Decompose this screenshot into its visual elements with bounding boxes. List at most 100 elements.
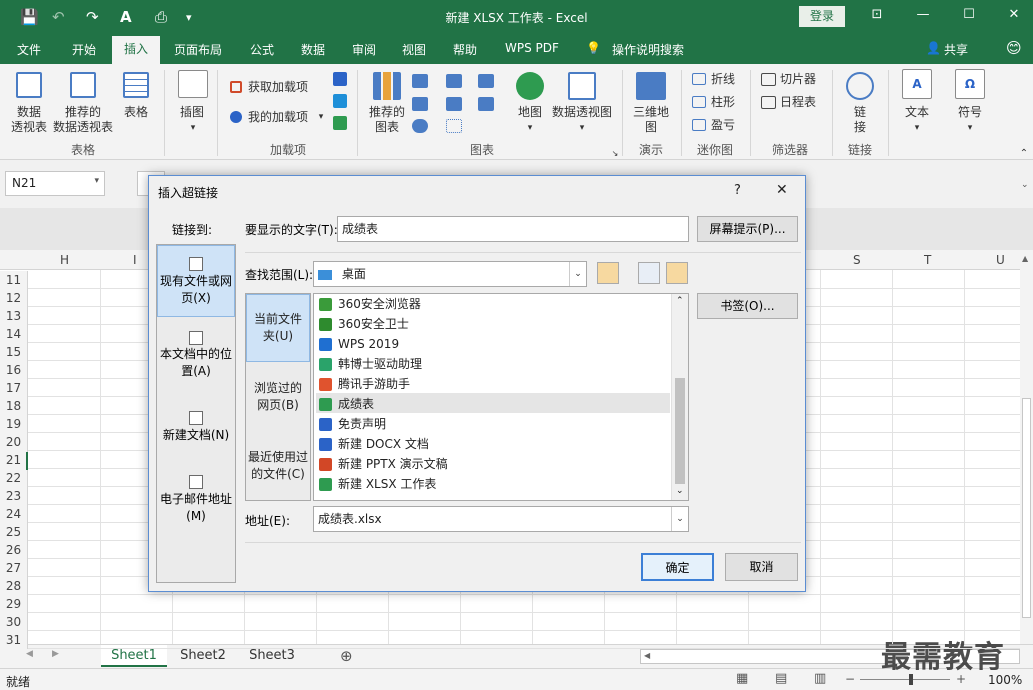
share-button[interactable]: 共享 [944,41,968,58]
combo-chart-icon[interactable] [478,97,494,111]
minimize-icon[interactable]: — [908,7,938,22]
row-header[interactable]: 22 [0,469,28,487]
bing-icon[interactable] [333,94,347,108]
normal-view-icon[interactable]: ▦ [736,671,748,686]
row-header[interactable]: 12 [0,289,28,307]
file-item[interactable]: WPS 2019 [316,334,670,354]
ok-button[interactable]: 确定 [641,553,714,581]
nav-existing-file[interactable]: 现有文件或网 页(X) [157,273,235,307]
tab-file[interactable]: 文件 [17,41,41,58]
zoom-out-icon[interactable]: − [845,672,855,686]
scroll-thumb[interactable] [1022,398,1031,618]
collapse-ribbon-icon[interactable]: ⌃ [1018,146,1030,161]
page-break-view-icon[interactable]: ▥ [814,671,826,686]
file-item[interactable]: 腾讯手游助手 [316,374,670,394]
file-item[interactable]: 新建 XLSX 工作表 [316,474,670,494]
maps-button[interactable]: 地图 [510,105,550,120]
tab-review[interactable]: 审阅 [352,41,376,58]
row-header[interactable]: 24 [0,505,28,523]
visio-icon[interactable] [333,72,347,86]
sparkline-column-button[interactable]: 柱形 [711,95,741,110]
waterfall-chart-icon[interactable] [478,74,494,88]
next-sheet-icon[interactable]: ▶ [52,649,59,659]
file-item[interactable]: 韩博士驱动助理 [316,354,670,374]
login-button[interactable]: 登录 [799,6,845,27]
chevron-down-icon[interactable]: ⌄ [671,507,688,531]
pivot-table-button[interactable]: 数据 透视表 [6,105,52,135]
row-header[interactable]: 17 [0,379,28,397]
timeline-button[interactable]: 日程表 [780,95,824,110]
bookmark-button[interactable]: 书签(O)... [697,293,798,319]
smiley-icon[interactable]: 😊 [1006,39,1022,57]
scroll-left-icon[interactable]: ◀ [644,651,650,660]
row-header[interactable]: 14 [0,325,28,343]
row-header[interactable]: 30 [0,613,28,631]
3d-map-button[interactable]: 三维地 图 [628,105,674,135]
tab-help[interactable]: 帮助 [453,41,477,58]
recommended-charts-button[interactable]: 推荐的 图表 [364,105,410,135]
file-item[interactable]: 新建 DOCX 文档 [316,434,670,454]
sparkline-winloss-button[interactable]: 盈亏 [711,118,741,133]
page-layout-view-icon[interactable]: ▤ [775,671,787,686]
file-item[interactable]: 360安全卫士 [316,314,670,334]
tab-wps-pdf[interactable]: WPS PDF [505,41,559,55]
pie-chart-icon[interactable] [412,119,428,133]
tab-insert[interactable]: 插入 [112,36,160,64]
illustrations-button[interactable]: 插图 [172,105,212,120]
browse-file-icon[interactable] [666,262,688,284]
close-icon[interactable]: ✕ [776,182,788,198]
tab-formulas[interactable]: 公式 [250,41,274,58]
link-button[interactable]: 链 接 [850,105,870,135]
mid-current-folder[interactable]: 当前文件 夹(U) [246,311,310,345]
file-item[interactable]: 免责声明 [316,414,670,434]
pivot-chart-button[interactable]: 数据透视图 [548,105,616,120]
symbol-button[interactable]: 符号 [950,105,990,120]
column-header[interactable]: T [924,253,931,267]
address-input[interactable]: 成绩表.xlsx ⌄ [313,506,689,532]
slicer-button[interactable]: 切片器 [780,72,824,87]
row-header[interactable]: 19 [0,415,28,433]
row-header[interactable]: 29 [0,595,28,613]
row-header[interactable]: 21 [0,451,28,469]
scatter-chart-icon[interactable] [446,119,462,133]
row-header[interactable]: 20 [0,433,28,451]
maximize-icon[interactable]: ☐ [954,7,984,22]
scroll-up-icon[interactable]: ⌃ [676,296,684,306]
column-header[interactable]: S [853,253,861,267]
file-item[interactable]: 新建 PPTX 演示文稿 [316,454,670,474]
row-header[interactable]: 18 [0,397,28,415]
file-list[interactable]: 360安全浏览器 360安全卫士 WPS 2019 韩博士驱动助理 腾讯手游助手 成绩表免… [313,293,689,501]
nav-new-document[interactable]: 新建文档(N) [157,427,235,444]
file-item[interactable]: 成绩表 [316,394,670,414]
cancel-button[interactable]: 取消 [725,553,798,581]
get-addins-button[interactable]: 获取加载项 [248,80,314,95]
help-icon[interactable]: ? [734,183,741,198]
nav-place-in-document[interactable]: 本文档中的位 置(A) [157,346,235,380]
row-header[interactable]: 25 [0,523,28,541]
screentip-button[interactable]: 屏幕提示(P)... [697,216,798,242]
browse-web-icon[interactable] [638,262,660,284]
tab-page-layout[interactable]: 页面布局 [174,41,222,58]
row-header[interactable]: 26 [0,541,28,559]
chevron-down-icon[interactable]: ⌄ [569,262,586,286]
column-header[interactable]: I [133,253,137,267]
row-header[interactable]: 31 [0,631,28,649]
row-header[interactable]: 13 [0,307,28,325]
mid-browsed-pages[interactable]: 浏览过的 网页(B) [246,380,310,414]
people-icon[interactable] [333,116,347,130]
row-header[interactable]: 16 [0,361,28,379]
tab-view[interactable]: 视图 [402,41,426,58]
file-item[interactable]: 360安全浏览器 [316,294,670,314]
row-header[interactable]: 11 [0,271,28,289]
dialog-launcher-icon[interactable]: ↘ [610,146,620,161]
mid-recent-files[interactable]: 最近使用过 的文件(C) [246,449,310,483]
look-in-select[interactable]: 桌面 ⌄ [313,261,587,287]
row-header[interactable]: 27 [0,559,28,577]
recommended-pivot-button[interactable]: 推荐的 数据透视表 [50,105,116,135]
tab-data[interactable]: 数据 [301,41,325,58]
vertical-scrollbar[interactable]: ▲ [1020,250,1033,644]
column-chart-icon[interactable] [412,74,428,88]
up-folder-icon[interactable] [597,262,619,284]
scroll-thumb[interactable] [675,378,685,484]
row-header[interactable]: 23 [0,487,28,505]
